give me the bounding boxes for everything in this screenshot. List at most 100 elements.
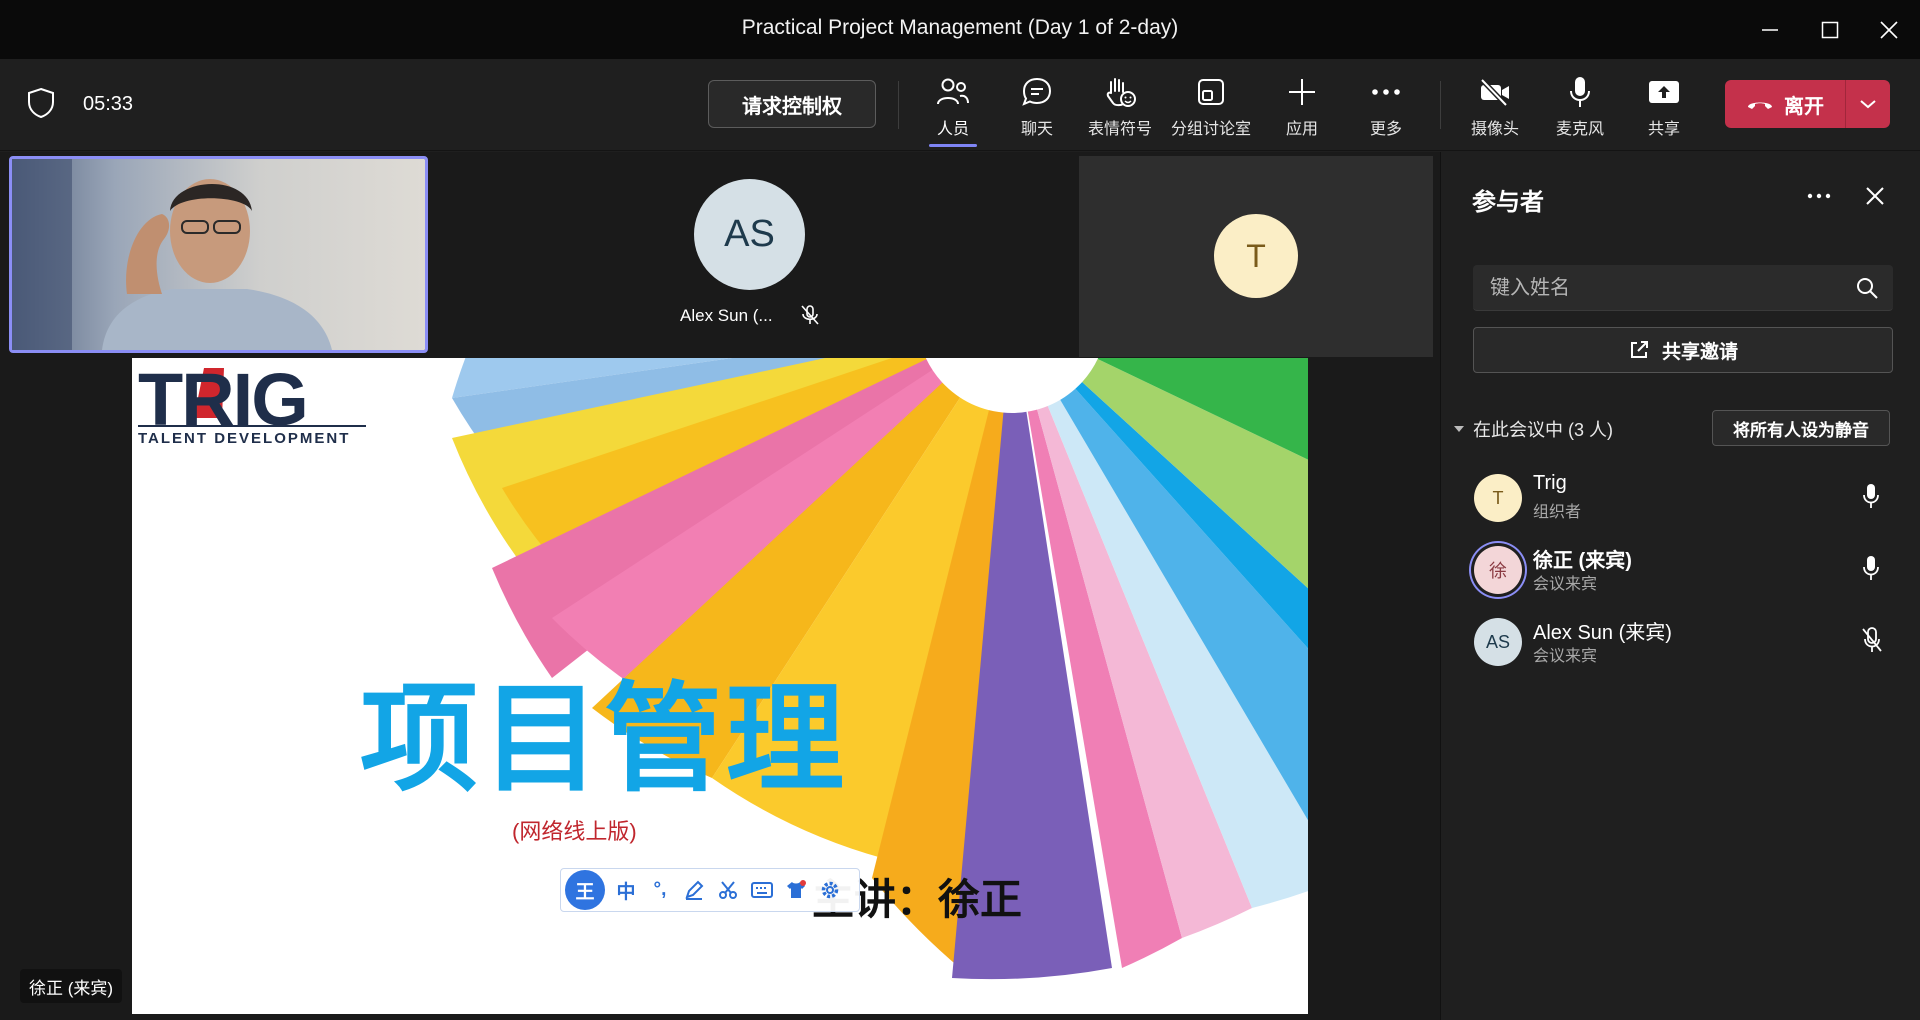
leave-button-group: 离开: [1725, 80, 1890, 128]
more-icon: [1372, 89, 1400, 95]
close-window-button[interactable]: [1869, 10, 1909, 50]
slide-title: 项目管理: [360, 674, 849, 806]
mute-all-button[interactable]: 将所有人设为静音: [1712, 410, 1890, 446]
participant-row[interactable]: T Trig 组织者: [1441, 466, 1920, 534]
leave-options-button[interactable]: [1846, 80, 1890, 128]
close-icon: [1866, 187, 1884, 205]
reactions-button[interactable]: 表情符号: [1078, 73, 1162, 145]
camera-label: 摄像头: [1470, 121, 1519, 138]
raise-hand-icon: [1106, 78, 1136, 107]
minimize-icon: [1762, 29, 1778, 31]
participant-tile-trig[interactable]: T: [1079, 156, 1433, 357]
ime-logo[interactable]: 王: [565, 870, 605, 910]
participants-panel: 参与者 共享邀请 在此会议中 (3 人) 将所有人设为静音 T Trig 组织者…: [1440, 152, 1920, 1020]
share-button[interactable]: 共享: [1622, 73, 1706, 145]
breakout-rooms-button[interactable]: 分组讨论室: [1169, 73, 1253, 145]
microphone-icon: [1570, 77, 1590, 107]
minimize-button[interactable]: [1750, 10, 1790, 50]
input-method-toolbar[interactable]: 王 中 °,: [560, 868, 860, 912]
microphone-label: 麦克风: [1555, 121, 1604, 138]
share-invite-button[interactable]: 共享邀请: [1473, 327, 1893, 373]
participant-name: Alex Sun (...: [680, 306, 773, 325]
people-button[interactable]: 人员: [911, 73, 995, 145]
request-control-button[interactable]: 请求控制权: [708, 80, 876, 128]
more-icon: [1807, 193, 1831, 199]
close-icon: [1880, 21, 1898, 39]
participant-video: [12, 159, 425, 350]
microphone-icon: [1861, 482, 1881, 515]
participant-name: 徐正 (来宾): [1533, 550, 1632, 572]
participant-tile-alex-sun[interactable]: AS Alex Sun (...: [430, 156, 1070, 353]
shield-icon[interactable]: [26, 87, 56, 124]
leave-label: 离开: [1784, 95, 1824, 118]
search-icon[interactable]: [1855, 276, 1879, 305]
gear-icon[interactable]: [817, 877, 843, 903]
caret-down-icon: [1454, 426, 1464, 432]
microphone-muted-icon: [800, 304, 820, 331]
participant-role: 组织者: [1533, 504, 1582, 521]
maximize-button[interactable]: [1810, 10, 1850, 50]
participant-row[interactable]: 徐 徐正 (来宾) 会议来宾: [1441, 538, 1920, 606]
self-video-tile[interactable]: [9, 156, 428, 353]
more-label: 更多: [1369, 121, 1402, 138]
participant-name: Trig: [1533, 472, 1567, 494]
maximize-icon: [1821, 21, 1839, 39]
apps-label: 应用: [1285, 121, 1318, 138]
breakout-rooms-icon: [1198, 79, 1224, 105]
meeting-stage: AS Alex Sun (... T TRIG TALENT DEVELOPME…: [0, 152, 1440, 1020]
panel-more-button[interactable]: [1803, 180, 1835, 212]
more-button[interactable]: 更多: [1344, 73, 1428, 145]
trig-logo: TRIG: [138, 358, 309, 441]
avatar: 徐: [1474, 546, 1522, 594]
self-name-label: 徐正 (来宾): [20, 969, 123, 1003]
search-input[interactable]: [1473, 265, 1843, 311]
scissors-icon[interactable]: [715, 877, 741, 903]
window-title: Practical Project Management (Day 1 of 2…: [741, 16, 1179, 39]
camera-off-icon: [1480, 78, 1509, 107]
reactions-label: 表情符号: [1087, 121, 1152, 138]
microphone-button[interactable]: 麦克风: [1538, 73, 1622, 145]
participant-role: 会议来宾: [1533, 648, 1598, 665]
chat-label: 聊天: [1020, 121, 1053, 138]
avatar: AS: [1474, 618, 1522, 666]
hang-up-icon: [1748, 102, 1772, 109]
active-tab-indicator: [929, 144, 977, 147]
panel-title: 参与者: [1472, 189, 1544, 216]
microphone-muted-icon: [1861, 626, 1883, 659]
participant-name: Alex Sun (来宾): [1533, 622, 1672, 644]
people-icon: [937, 78, 969, 105]
share-icon: [1630, 341, 1648, 358]
ime-mode-toggle[interactable]: 中: [613, 877, 639, 903]
meeting-toolbar: 05:33 请求控制权 人员 聊天 表情符号 分组讨论室 应用 更多 摄像头 麦…: [0, 59, 1920, 151]
slide-subtitle: (网络线上版): [512, 819, 637, 844]
meeting-timer: 05:33: [83, 93, 134, 115]
avatar: T: [1474, 474, 1522, 522]
share-invite-label: 共享邀请: [1661, 341, 1738, 363]
avatar: T: [1214, 214, 1298, 298]
share-screen-icon: [1649, 81, 1679, 103]
leave-button[interactable]: 离开: [1725, 80, 1845, 128]
pen-icon[interactable]: [681, 877, 707, 903]
breakout-rooms-label: 分组讨论室: [1170, 121, 1251, 138]
participant-row[interactable]: AS Alex Sun (来宾) 会议来宾: [1441, 610, 1920, 678]
add-apps-icon: [1289, 79, 1315, 105]
panel-close-button[interactable]: [1859, 180, 1891, 212]
avatar: AS: [694, 179, 805, 290]
chat-button[interactable]: 聊天: [995, 73, 1079, 145]
toolbar-divider: [898, 81, 899, 129]
skin-shirt-icon[interactable]: [783, 877, 809, 903]
shared-presentation-slide: TRIG TALENT DEVELOPMENT 项目管理 (网络线上版) 主讲：…: [132, 358, 1308, 1014]
ime-punctuation-toggle[interactable]: °,: [647, 877, 673, 903]
camera-button[interactable]: 摄像头: [1453, 73, 1537, 145]
participant-role: 会议来宾: [1533, 576, 1598, 593]
chevron-down-icon: [1860, 100, 1876, 109]
apps-button[interactable]: 应用: [1260, 73, 1344, 145]
share-label: 共享: [1647, 121, 1680, 138]
title-bar: Practical Project Management (Day 1 of 2…: [0, 0, 1920, 59]
in-meeting-section-toggle[interactable]: 在此会议中 (3 人): [1453, 416, 1613, 442]
keyboard-icon[interactable]: [749, 877, 775, 903]
participant-search: [1473, 265, 1893, 311]
microphone-icon: [1861, 554, 1881, 587]
people-label: 人员: [936, 121, 969, 138]
toolbar-divider: [1440, 81, 1441, 129]
